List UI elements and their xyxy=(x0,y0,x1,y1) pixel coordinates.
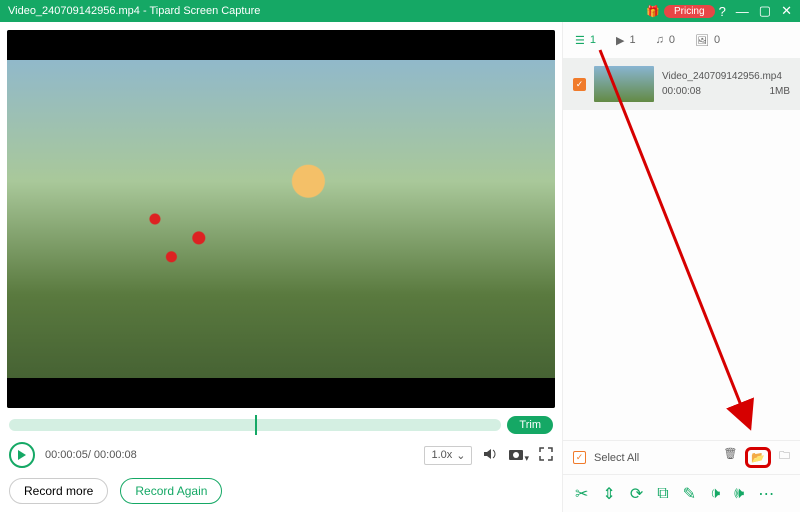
trim-bar: Trim xyxy=(9,416,553,434)
window-buttons: ? — ▢ ✕ xyxy=(719,3,792,19)
gift-icon[interactable]: 🎁 xyxy=(646,5,660,18)
list-item[interactable]: ✓ Video_240709142956.mp4 00:00:08 1MB xyxy=(563,58,800,110)
tool-row: ✂ ⇕ ⟳ ⧉ ✎ 🕩 🕪 ⋯ xyxy=(563,474,800,512)
cut-icon[interactable]: ✂ xyxy=(575,484,588,504)
volume-up-icon[interactable]: 🕩 xyxy=(710,485,720,503)
time-display: 00:00:05/ 00:00:08 xyxy=(45,449,137,461)
select-all-label: Select All xyxy=(594,452,639,464)
image-count: 0 xyxy=(714,34,720,46)
speed-selector[interactable]: 1.0x ⌄ xyxy=(424,446,472,465)
window-title: Video_240709142956.mp4 - Tipard Screen C… xyxy=(8,5,646,17)
merge-icon[interactable]: ⧉ xyxy=(657,485,668,503)
list-count: 1 xyxy=(590,34,596,46)
pricing-button[interactable]: Pricing xyxy=(664,5,715,18)
tab-video[interactable]: ▶1 xyxy=(616,34,636,47)
record-more-button[interactable]: Record more xyxy=(9,478,108,504)
chevron-down-icon: ⌄ xyxy=(456,449,465,462)
video-count: 1 xyxy=(629,34,635,46)
audio-count: 0 xyxy=(669,34,675,46)
item-meta: Video_240709142956.mp4 00:00:08 1MB xyxy=(662,71,790,97)
filter-tabs: ☰1 ▶1 ♫0 🖼0 xyxy=(563,22,800,58)
trim-track[interactable] xyxy=(9,419,501,431)
title-app: Tipard Screen Capture xyxy=(150,5,261,17)
item-thumbnail xyxy=(594,66,654,102)
volume-plus-icon[interactable]: 🕪 xyxy=(734,485,744,503)
close-icon[interactable]: ✕ xyxy=(781,3,792,19)
video-icon: ▶ xyxy=(616,34,624,47)
export-folder-icon[interactable]: 📂 xyxy=(745,447,771,468)
volume-icon[interactable] xyxy=(482,446,498,465)
edit-icon[interactable]: ✎ xyxy=(683,484,696,504)
preview-panel: Trim 00:00:05/ 00:00:08 1.0x ⌄ ▾ Record m… xyxy=(0,22,562,512)
image-icon: 🖼 xyxy=(695,34,709,47)
play-button[interactable] xyxy=(9,442,35,468)
minimize-icon[interactable]: — xyxy=(736,4,749,19)
video-preview[interactable] xyxy=(7,30,555,408)
item-checkbox[interactable]: ✓ xyxy=(573,78,586,91)
list-icon: ☰ xyxy=(575,34,585,47)
playback-controls: 00:00:05/ 00:00:08 1.0x ⌄ ▾ xyxy=(9,442,553,468)
maximize-icon[interactable]: ▢ xyxy=(759,3,771,19)
bottom-actions: Record more Record Again xyxy=(9,478,553,504)
select-all-row: ✓ Select All 🗑 📂 🗀 xyxy=(563,440,800,474)
tab-audio[interactable]: ♫0 xyxy=(656,34,675,46)
compress-icon[interactable]: ⇕ xyxy=(602,484,615,504)
snapshot-icon[interactable]: ▾ xyxy=(508,447,529,464)
tab-image[interactable]: 🖼0 xyxy=(695,34,720,47)
help-icon[interactable]: ? xyxy=(719,4,726,19)
item-filename: Video_240709142956.mp4 xyxy=(662,71,790,82)
convert-icon[interactable]: ⟳ xyxy=(630,484,643,504)
select-all-checkbox[interactable]: ✓ xyxy=(573,451,586,464)
titlebar: Video_240709142956.mp4 - Tipard Screen C… xyxy=(0,0,800,22)
trim-button[interactable]: Trim xyxy=(507,416,553,434)
delete-icon[interactable]: 🗑 xyxy=(723,447,737,468)
item-duration: 00:00:08 xyxy=(662,86,701,97)
speed-value: 1.0x xyxy=(431,449,452,461)
title-filename: Video_240709142956.mp4 xyxy=(8,5,140,17)
music-icon: ♫ xyxy=(656,34,664,46)
fullscreen-icon[interactable] xyxy=(539,447,553,464)
title-sep: - xyxy=(140,5,150,17)
recordings-panel: ☰1 ▶1 ♫0 🖼0 ✓ Video_240709142956.mp4 00:… xyxy=(562,22,800,512)
tab-list[interactable]: ☰1 xyxy=(575,34,596,47)
record-again-button[interactable]: Record Again xyxy=(120,478,222,504)
open-folder-icon[interactable]: 🗀 xyxy=(779,447,790,468)
item-size: 1MB xyxy=(769,86,790,97)
more-icon[interactable]: ⋯ xyxy=(758,484,774,504)
